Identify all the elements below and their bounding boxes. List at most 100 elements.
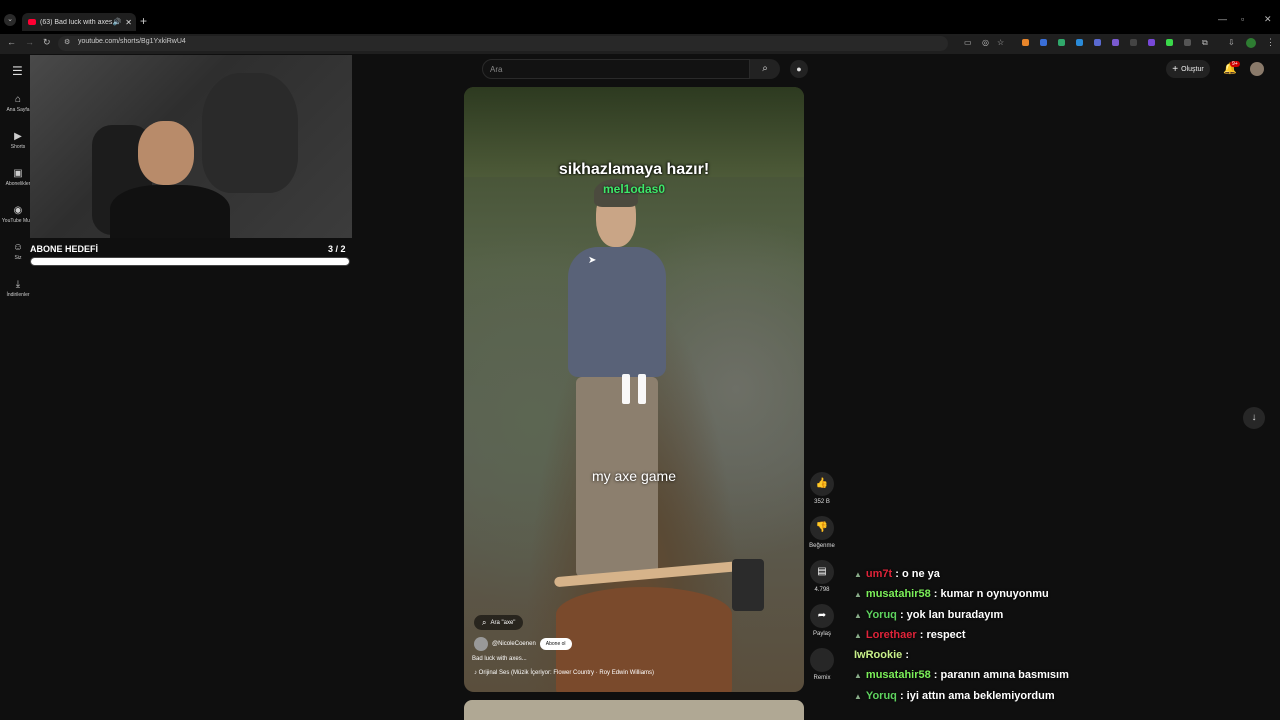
- extension-icon[interactable]: [1112, 39, 1119, 46]
- speaker-icon: 🔊: [112, 19, 122, 26]
- chat-text: : iyi attın ama beklemiyordum: [896, 689, 1055, 702]
- browser-menu-icon[interactable]: ⋮: [1266, 37, 1275, 48]
- chat-username: Yoruq: [865, 608, 897, 621]
- chat-text: : kumar n oynuyonmu: [930, 588, 1049, 601]
- like-button[interactable]: 👍 352 B: [808, 472, 836, 505]
- profile-avatar[interactable]: [1246, 38, 1256, 48]
- bookmark-star-icon[interactable]: ☆: [997, 38, 1004, 47]
- related-search-label: Ara "axe": [490, 619, 516, 626]
- pause-icon[interactable]: [622, 374, 646, 404]
- close-tab-icon[interactable]: ✕: [125, 18, 132, 27]
- chat-text: : paranın amına basmısım: [930, 669, 1069, 682]
- search-button[interactable]: ⌕: [750, 59, 780, 79]
- remix-button[interactable]: Remix: [808, 648, 836, 681]
- sidebar-item-downloads[interactable]: ⤓ İndirilenler: [0, 279, 36, 298]
- create-label: Oluştur: [1181, 65, 1204, 73]
- voice-search-button[interactable]: ●: [790, 60, 808, 78]
- share-label: Paylaş: [812, 631, 831, 637]
- hamburger-menu-icon[interactable]: ☰: [12, 64, 23, 78]
- downloads-icon[interactable]: ⇩: [1228, 38, 1235, 47]
- chat-username: Yoruq: [865, 689, 897, 702]
- streamer-face: [138, 121, 194, 185]
- channel-row: @NicoleCoenen Abone ol: [474, 637, 572, 651]
- sidebar-item-label: Abonelikler: [5, 181, 31, 187]
- new-tab-button[interactable]: +: [140, 14, 147, 28]
- extension-icon[interactable]: [1148, 39, 1155, 46]
- microphone-icon: ●: [796, 64, 802, 74]
- chat-username: IwRookie: [854, 649, 903, 662]
- browser-tab[interactable]: (63) Bad luck with axes... - 🔊 ✕: [22, 13, 136, 31]
- forward-icon[interactable]: →: [25, 37, 34, 47]
- streamer-body: [110, 185, 230, 238]
- tab-search-button[interactable]: ⌄: [4, 14, 16, 26]
- chat-message: ▲ Yoruq : yok lan buradayım: [854, 609, 1274, 629]
- thumbs-down-icon: 👎: [810, 516, 834, 540]
- subscriber-goal-count: 3 / 2: [328, 244, 346, 254]
- download-icon: ⤓: [15, 279, 21, 290]
- site-info-icon[interactable]: ⚙: [64, 38, 70, 46]
- search-placeholder: Ara: [490, 65, 503, 74]
- dislike-button[interactable]: 👎 Beğenme: [808, 516, 836, 549]
- stream-chat: ▲ um7t : o ne ya ▲ musatahir58 : kumar n oy…: [854, 568, 1274, 710]
- restore-icon[interactable]: ▫: [1241, 14, 1244, 24]
- extension-icon[interactable]: [1184, 39, 1191, 46]
- youtube-favicon-icon: [28, 19, 36, 25]
- address-bar[interactable]: [58, 36, 948, 51]
- minimize-icon[interactable]: —: [1218, 14, 1227, 24]
- wall-mural: [202, 73, 298, 193]
- chat-badge-icon: ▲: [854, 570, 862, 579]
- extension-icon[interactable]: [1130, 39, 1137, 46]
- comments-button[interactable]: ▤ 4.798: [808, 560, 836, 593]
- extension-icon[interactable]: [1058, 39, 1065, 46]
- extensions-puzzle-icon[interactable]: ⧉: [1202, 38, 1208, 48]
- extension-icon[interactable]: [1022, 39, 1029, 46]
- cast-icon[interactable]: ▭: [964, 38, 972, 47]
- chat-username: um7t: [865, 568, 893, 580]
- extension-icon[interactable]: [1040, 39, 1047, 46]
- comment-icon: ▤: [810, 560, 834, 584]
- video-music[interactable]: ♪ Orijinal Ses (Müzik İçeriyor: Flower C…: [474, 670, 654, 676]
- channel-avatar[interactable]: [474, 637, 488, 651]
- chat-username: musatahir58: [865, 669, 931, 682]
- tab-strip: [0, 0, 1280, 34]
- streamer-webcam: [30, 55, 352, 238]
- subscriber-goal-label: ABONE HEDEFİ: [30, 244, 99, 254]
- chat-text: :: [902, 649, 910, 662]
- account-avatar[interactable]: [1250, 62, 1264, 76]
- remix-label: Remix: [813, 675, 831, 681]
- comment-count: 4.798: [814, 587, 830, 593]
- music-note-icon: ♪: [474, 670, 477, 676]
- chat-message: ▲IwRookie :: [854, 649, 1274, 669]
- chat-text: : o ne ya: [892, 568, 940, 580]
- chat-badge-icon: ▲: [854, 691, 862, 701]
- sidebar-item-label: Siz: [14, 255, 22, 261]
- search-icon: ⌕: [762, 63, 768, 74]
- next-short-preview[interactable]: [464, 700, 804, 720]
- create-button[interactable]: + Oluştur: [1166, 60, 1210, 78]
- chat-text: : yok lan buradayım: [896, 608, 1004, 621]
- chat-badge-icon: ▲: [854, 630, 862, 640]
- eye-off-icon[interactable]: ◎: [982, 38, 989, 47]
- share-button[interactable]: ➦ Paylaş: [808, 604, 836, 637]
- sidebar-item-label: Shorts: [10, 144, 26, 150]
- extension-icon[interactable]: [1076, 39, 1083, 46]
- chat-badge-icon: ▲: [854, 590, 862, 600]
- chat-message: ▲ um7t : o ne ya: [854, 568, 1274, 588]
- next-video-button[interactable]: ↓: [1243, 407, 1265, 429]
- channel-name[interactable]: @NicoleCoenen: [492, 641, 536, 647]
- reload-icon[interactable]: ↻: [43, 37, 51, 48]
- back-icon[interactable]: ←: [7, 37, 16, 47]
- related-search-pill[interactable]: ⌕ Ara "axe": [474, 615, 524, 630]
- video-title[interactable]: Bad luck with axes...: [472, 656, 527, 662]
- chat-text: : respect: [916, 628, 966, 641]
- chat-message: ▲ Yoruq : iyi attın ama beklemiyordum: [854, 690, 1274, 710]
- subscriber-goal-fill: [31, 258, 349, 265]
- extension-icon[interactable]: [1166, 39, 1173, 46]
- plus-icon: +: [1172, 63, 1179, 75]
- extension-icon[interactable]: [1094, 39, 1101, 46]
- subscribe-button[interactable]: Abone ol: [539, 638, 572, 650]
- close-window-icon[interactable]: ✕: [1264, 14, 1272, 25]
- search-input[interactable]: [482, 59, 750, 79]
- url-text[interactable]: youtube.com/shorts/Bg1YxkiRwU4: [78, 38, 186, 45]
- remix-icon: [810, 648, 834, 672]
